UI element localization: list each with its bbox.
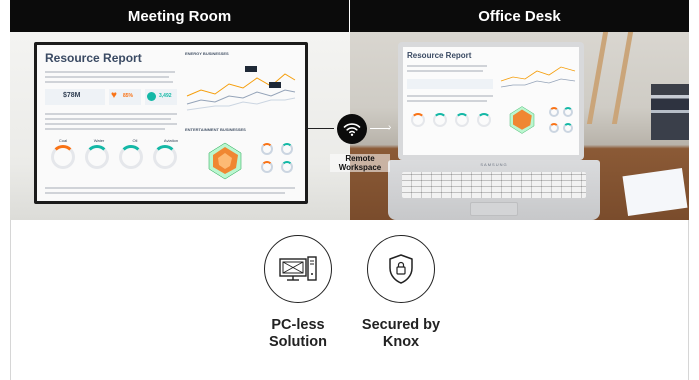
donut-icon bbox=[549, 123, 559, 133]
donut-icon bbox=[549, 107, 559, 117]
arrow-left-line bbox=[308, 128, 334, 129]
feature-pc-less: PC-less Solution bbox=[248, 235, 348, 351]
arrow-right-line bbox=[370, 128, 390, 129]
radar-chart bbox=[208, 142, 242, 180]
text-line bbox=[45, 123, 177, 125]
features-row: PC-less Solution Secured by Knox bbox=[0, 235, 699, 365]
donut-icon bbox=[281, 161, 293, 173]
gauge-label: Oil bbox=[132, 138, 138, 143]
office-desk-header: Office Desk bbox=[349, 0, 689, 32]
stat-value: $78M bbox=[63, 92, 81, 99]
feature-label: PC-less Solution bbox=[248, 317, 348, 351]
gauge-water bbox=[85, 145, 109, 169]
line-chart-graphic bbox=[186, 66, 296, 111]
laptop-screen: Resource Report bbox=[398, 42, 584, 160]
stat-box: $78M bbox=[45, 89, 105, 105]
donut-icon bbox=[563, 123, 573, 133]
text-line bbox=[45, 71, 175, 73]
gauge-icon bbox=[477, 113, 491, 127]
text-line bbox=[407, 95, 493, 97]
feature-icon-circle bbox=[264, 235, 332, 303]
laptop-report-title: Resource Report bbox=[407, 51, 472, 60]
keyboard bbox=[402, 172, 586, 198]
feature-knox: Secured by Knox bbox=[351, 235, 451, 351]
text-line bbox=[407, 100, 487, 102]
feature-label-line2: Solution bbox=[269, 334, 327, 350]
meeting-room-header: Meeting Room bbox=[10, 0, 349, 32]
text-line bbox=[407, 65, 487, 67]
gauge-icon bbox=[455, 113, 469, 127]
remote-workspace-label: Remote Workspace bbox=[330, 154, 390, 172]
donut-icon bbox=[261, 143, 273, 155]
donut-icon bbox=[261, 161, 273, 173]
feature-label: Secured by Knox bbox=[351, 317, 451, 351]
office-desk-photo: Resource Report SAMSUNG bbox=[350, 32, 689, 220]
laptop-radar-chart bbox=[509, 106, 535, 134]
remote-workspace-badge bbox=[337, 114, 367, 144]
text-line bbox=[45, 128, 165, 130]
laptop-base: SAMSUNG bbox=[388, 160, 600, 220]
computer-tower-icon bbox=[279, 256, 317, 281]
feature-label-line1: PC-less bbox=[271, 317, 325, 333]
text-line bbox=[45, 118, 171, 120]
remote-label-line1: Remote bbox=[345, 154, 375, 163]
comparison-header: Meeting Room Office Desk bbox=[10, 0, 689, 32]
laptop-brand: SAMSUNG bbox=[480, 162, 508, 167]
stat-percent: 85% bbox=[123, 93, 134, 99]
gauge-oil bbox=[119, 145, 143, 169]
stat-box: 3,492 bbox=[145, 89, 177, 105]
scenario-photos: Resource Report $78M ♥ 85% 3,492 ENERGY … bbox=[10, 32, 689, 220]
text-line bbox=[45, 192, 285, 194]
display-screen: Resource Report $78M ♥ 85% 3,492 ENERGY … bbox=[37, 45, 305, 201]
energy-line-chart: ENERGY BUSINESSES bbox=[185, 51, 297, 121]
trackpad bbox=[470, 202, 518, 216]
feature-icon-circle bbox=[367, 235, 435, 303]
heart-icon: ♥ bbox=[111, 90, 117, 101]
gauge-labels: Coal Water Oil Aviation bbox=[51, 138, 183, 143]
stat-count: 3,492 bbox=[159, 93, 172, 99]
arrow-left-icon: ‹ bbox=[305, 122, 309, 133]
gauge-label: Coal bbox=[58, 138, 68, 143]
gauge-aviation bbox=[153, 145, 177, 169]
donut-icon bbox=[563, 107, 573, 117]
paper-decor bbox=[622, 168, 688, 216]
donut-icon bbox=[281, 143, 293, 155]
gauge-icon bbox=[147, 92, 156, 101]
wifi-icon bbox=[343, 123, 361, 136]
meeting-room-photo: Resource Report $78M ♥ 85% 3,492 ENERGY … bbox=[10, 32, 350, 220]
stat-box bbox=[407, 79, 493, 89]
gauge-label: Aviation bbox=[163, 138, 179, 143]
shield-lock-icon bbox=[389, 254, 413, 284]
text-line bbox=[45, 81, 173, 83]
feature-label-line1: Secured by bbox=[361, 317, 441, 333]
wall-display: Resource Report $78M ♥ 85% 3,492 ENERGY … bbox=[34, 42, 308, 204]
gauge-label: Water bbox=[93, 138, 105, 143]
books-decor bbox=[651, 84, 689, 140]
gauge-icon bbox=[411, 113, 425, 127]
text-line bbox=[45, 76, 169, 78]
report-title: Resource Report bbox=[45, 51, 142, 65]
remote-label-line2: Workspace bbox=[338, 163, 382, 172]
gauge-icon bbox=[433, 113, 447, 127]
laptop-display: Resource Report bbox=[403, 47, 579, 155]
gauge-coal bbox=[51, 145, 75, 169]
text-line bbox=[407, 70, 483, 72]
feature-label-line2: Knox bbox=[382, 334, 420, 350]
text-line bbox=[45, 187, 295, 189]
arrow-right-icon: › bbox=[388, 122, 392, 133]
stat-box: ♥ 85% bbox=[109, 89, 141, 105]
lower-caption: ENTERTAINMENT BUSINESSES bbox=[185, 127, 246, 132]
lamp-decor bbox=[586, 32, 634, 124]
laptop-line-chart bbox=[500, 66, 576, 88]
text-line bbox=[45, 113, 177, 115]
